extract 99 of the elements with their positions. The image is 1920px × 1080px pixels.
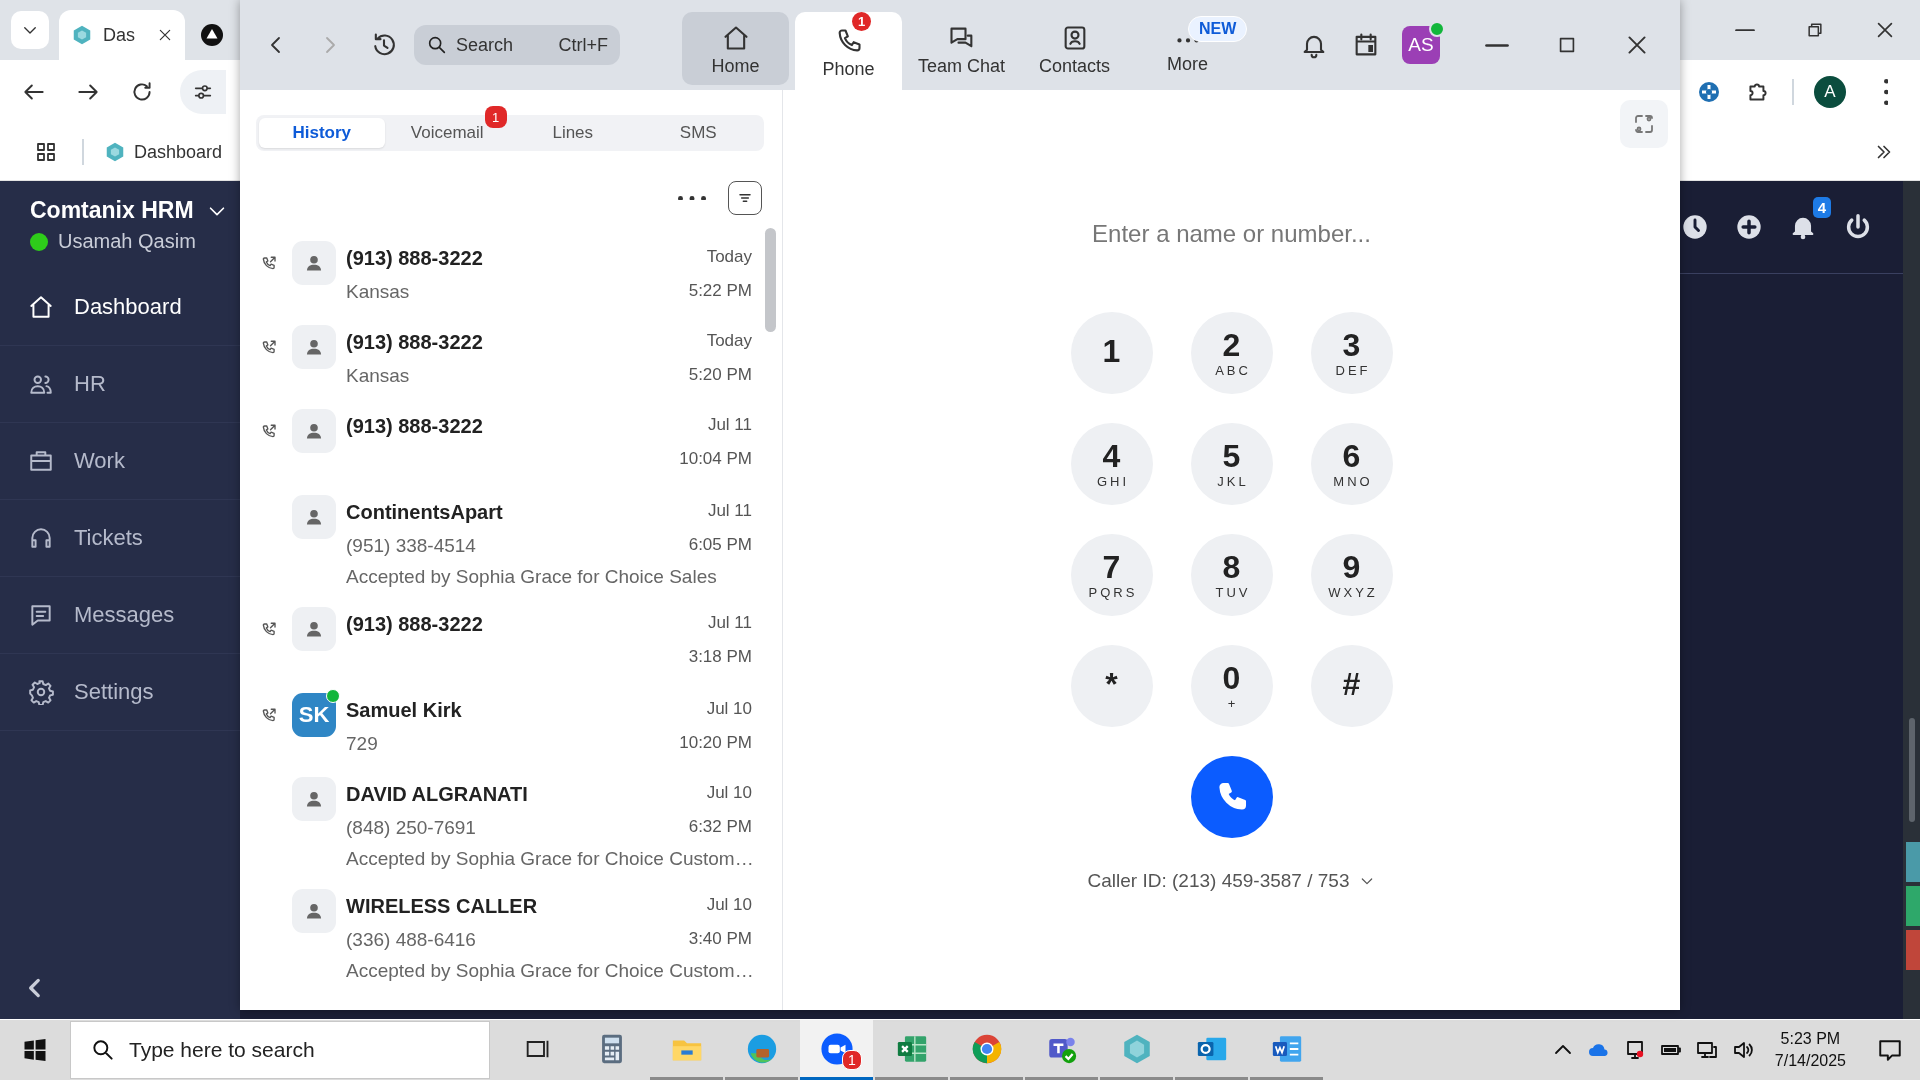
nav-tab[interactable]: Contacts	[1021, 12, 1128, 85]
call-date: Jul 11	[706, 500, 752, 522]
call-date: Today	[705, 246, 752, 268]
caller-detail: Kansas	[346, 280, 411, 304]
call-date: Jul 11	[706, 414, 752, 436]
home-icon	[28, 294, 54, 320]
dial-key[interactable]: 0 +	[1190, 645, 1273, 727]
profile-avatar[interactable]: A	[1814, 76, 1846, 108]
add-icon[interactable]	[1735, 213, 1763, 241]
site-icon[interactable]	[200, 23, 224, 47]
caller-detail: 729	[346, 732, 379, 756]
call-time: 10:04 PM	[679, 448, 752, 470]
caller-name: WIRELESS CALLER	[346, 894, 539, 919]
caller-detail: (336) 488-6416	[346, 928, 477, 952]
notification-badge: 1	[484, 106, 507, 128]
site-settings-button[interactable]	[180, 70, 226, 114]
message-icon	[28, 602, 54, 628]
user-name: Usamah Qasim	[58, 230, 196, 253]
tab[interactable]: Lines	[510, 118, 636, 148]
call-date: Jul 11	[706, 612, 752, 634]
call-time: 6:32 PM	[688, 816, 752, 838]
search-icon	[426, 34, 448, 56]
kebab-icon	[1883, 79, 1889, 105]
call-time: 5:22 PM	[688, 280, 752, 302]
caller-name: DAVID ALGRANATI	[346, 782, 529, 807]
person-icon	[292, 889, 336, 933]
nav-tab[interactable]: Phone 1	[795, 12, 902, 90]
call-date: Jul 10	[705, 894, 752, 916]
call-time: 10:20 PM	[679, 732, 752, 754]
call-date: Today	[705, 330, 752, 352]
extension-icon	[1697, 80, 1721, 104]
expand-icon	[1632, 112, 1656, 136]
organization-name: Comtanix HRM	[30, 197, 194, 224]
tab-list-button[interactable]	[11, 11, 49, 49]
filter-button[interactable]	[728, 181, 762, 215]
briefcase-icon	[28, 448, 54, 474]
clock[interactable]: 5:23 PM 7/14/2025	[1760, 1028, 1860, 1072]
caller-detail: Kansas	[346, 364, 411, 388]
dial-key[interactable]: *	[1070, 645, 1153, 727]
tab[interactable]: SMS	[635, 118, 761, 148]
taskbar-app-button[interactable]: 1	[800, 1020, 873, 1080]
caller-name: (913) 888-3222	[346, 612, 484, 637]
dial-key[interactable]: 8 TUV	[1190, 534, 1273, 616]
bookmark-link[interactable]: Dashboard	[98, 137, 229, 167]
call-date: Jul 10	[705, 782, 752, 804]
notification-badge: 1	[842, 1050, 862, 1070]
call-date: Jul 10	[705, 698, 752, 720]
call-time: 6:05 PM	[688, 534, 752, 556]
notification-badge: 4	[1812, 197, 1831, 218]
more-icon	[1176, 38, 1199, 43]
caller-name: (913) 888-3222	[346, 246, 484, 271]
site-icon	[104, 141, 126, 163]
headset-icon	[28, 525, 54, 551]
call-note: Accepted by Sophia Grace for Choice Sales	[346, 565, 718, 589]
call-time: 3:40 PM	[688, 928, 752, 950]
expand-button[interactable]	[1620, 100, 1668, 148]
caller-name: (913) 888-3222	[346, 414, 484, 439]
dial-key[interactable]: 1	[1070, 312, 1153, 394]
number-input[interactable]: Enter a name or number...	[969, 213, 1494, 255]
caller-detail: (951) 338-4514	[346, 534, 477, 558]
restore-icon	[1805, 20, 1825, 40]
dial-key[interactable]: 2 ABC	[1190, 312, 1273, 394]
new-tag: NEW	[1188, 16, 1248, 42]
call-note: Accepted by Sophia Grace for Choice Custom…	[346, 959, 752, 983]
dial-key[interactable]: 5 JKL	[1190, 423, 1273, 505]
person-icon	[292, 777, 336, 821]
shortcut-label: Ctrl+F	[558, 35, 608, 56]
dial-key[interactable]: 9 WXYZ	[1310, 534, 1393, 616]
call-time: 3:18 PM	[688, 646, 752, 668]
dial-key[interactable]: 3 DEF	[1310, 312, 1393, 394]
caller-name: (913) 888-3222	[346, 330, 484, 355]
browser-tab[interactable]: Das	[59, 10, 185, 60]
call-note: Accepted by Sophia Grace for Choice Custom…	[346, 847, 752, 871]
dots-icon	[678, 195, 706, 201]
grid-icon	[34, 140, 58, 164]
person-icon	[292, 325, 336, 369]
nav-tab[interactable]: Home	[682, 12, 789, 85]
person-icon	[292, 409, 336, 453]
notification-badge: 1	[852, 12, 871, 31]
dial-key[interactable]: 7 PQRS	[1070, 534, 1153, 616]
call-time: 5:20 PM	[688, 364, 752, 386]
dial-key[interactable]: #	[1310, 645, 1393, 727]
caller-id-selector[interactable]: Caller ID: (213) 459-3587 / 753	[1087, 870, 1376, 892]
tab[interactable]: History	[259, 118, 385, 148]
clock-icon[interactable]	[1681, 213, 1709, 241]
dial-key[interactable]: 4 GHI	[1070, 423, 1153, 505]
search-icon	[90, 1037, 116, 1063]
site-icon	[71, 24, 93, 46]
caller-name: ContinentsApart	[346, 500, 504, 525]
person-icon	[292, 607, 336, 651]
person-icon	[292, 495, 336, 539]
close-icon	[157, 27, 173, 43]
caller-detail: (848) 250-7691	[346, 816, 477, 840]
person-icon	[292, 241, 336, 285]
caller-name: Samuel Kirk	[346, 698, 463, 723]
search-field[interactable]: Type here to search	[70, 1021, 490, 1079]
gear-icon	[28, 679, 54, 705]
dial-key[interactable]: 6 MNO	[1310, 423, 1393, 505]
nav-tab[interactable]: Team Chat	[908, 12, 1015, 85]
